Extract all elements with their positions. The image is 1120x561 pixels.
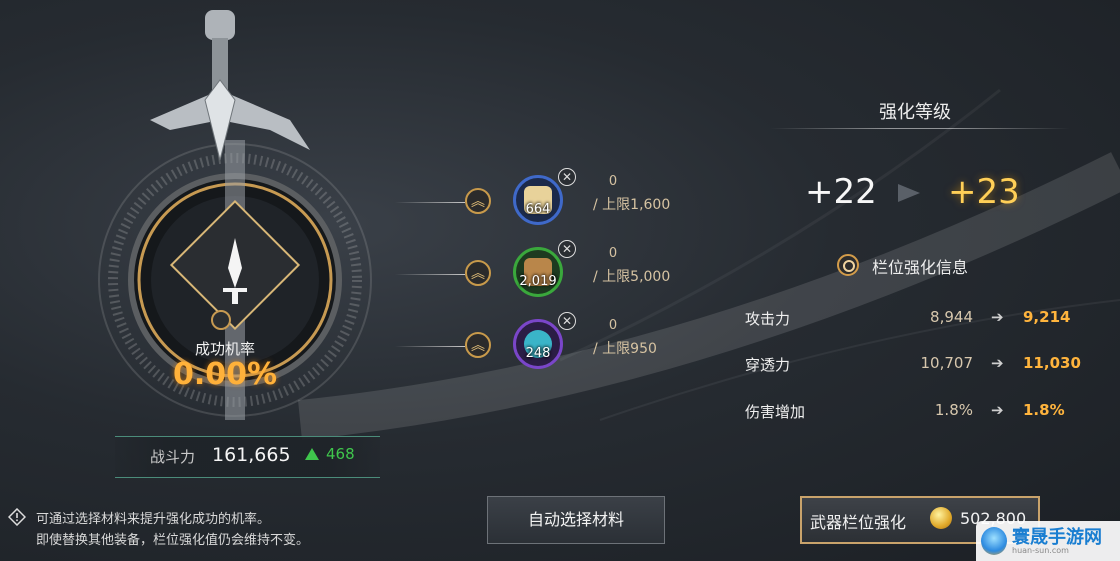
hint-text: 即使替换其他装备，栏位强化值仍会维持不变。 — [36, 533, 310, 548]
stat-row-penetration: 穿透力 10,707 ➔ 11,030 — [745, 354, 1085, 378]
enhance-level-title: 强化等级 — [879, 102, 951, 123]
divider — [770, 128, 1070, 129]
triangle-up-icon — [305, 448, 319, 460]
stat-next: 1.8% — [1023, 401, 1065, 419]
material-slot-2: ︽ 2,019 ✕ 0 / 上限5,000 — [395, 240, 715, 304]
stat-row-attack: 攻击力 8,944 ➔ 9,214 — [745, 308, 1085, 332]
arrow-right-icon — [898, 184, 920, 202]
stat-current: 10,707 — [920, 354, 974, 372]
stat-name: 攻击力 — [745, 310, 791, 328]
success-rate-value: 0.00% — [172, 357, 278, 392]
material-slot-1: ︽ 664 ✕ 0 / 上限1,600 — [395, 168, 715, 232]
combat-power-value: 161,665 — [212, 444, 291, 466]
connector-line — [395, 202, 465, 203]
warning-icon — [8, 508, 26, 526]
stat-next: 9,214 — [1023, 308, 1071, 326]
hint-text: 可通过选择材料来提升强化成功的机率。 — [36, 512, 271, 527]
connector-line — [395, 274, 465, 275]
material-max: / 上限950 — [593, 341, 657, 357]
material-selected: 0 — [608, 246, 618, 261]
connector-line — [395, 346, 465, 347]
material-icon[interactable] — [513, 175, 563, 225]
stat-current: 1.8% — [934, 401, 973, 419]
material-icon[interactable] — [513, 247, 563, 297]
coin-icon — [930, 507, 952, 529]
material-max: / 上限1,600 — [593, 197, 671, 213]
remove-material-icon[interactable]: ✕ — [558, 312, 576, 330]
remove-material-icon[interactable]: ✕ — [558, 240, 576, 258]
slot-info-link[interactable]: 栏位强化信息 — [872, 254, 968, 278]
arrow-right-icon: ➔ — [991, 401, 1004, 419]
stat-name: 穿透力 — [745, 356, 791, 374]
enhance-button-label: 武器栏位强化 — [810, 513, 907, 532]
combat-power-delta: 468 — [326, 445, 355, 463]
material-slot-3: ︽ 248 ✕ 0 / 上限950 — [395, 312, 715, 376]
current-level: +22 — [805, 172, 877, 212]
collapse-icon[interactable]: ︽ — [465, 260, 491, 286]
sword-hilt-decoration — [150, 10, 310, 161]
stat-next: 11,030 — [1023, 354, 1081, 372]
next-level: +23 — [948, 172, 1020, 212]
combat-power-label: 战斗力 — [150, 448, 196, 466]
collapse-icon[interactable]: ︽ — [465, 332, 491, 358]
remove-material-icon[interactable]: ✕ — [558, 168, 576, 186]
arrow-right-icon: ➔ — [991, 308, 1004, 326]
success-rate-label: 成功机率 — [194, 340, 255, 358]
material-selected: 0 — [608, 174, 618, 189]
material-count: 664 — [525, 202, 551, 217]
collapse-icon[interactable]: ︽ — [465, 188, 491, 214]
stat-name: 伤害增加 — [745, 403, 806, 421]
stat-row-damage-bonus: 伤害增加 1.8% ➔ 1.8% — [745, 401, 1085, 425]
material-max: / 上限5,000 — [593, 269, 671, 285]
watermark-url: huan-sun.com — [1012, 546, 1069, 555]
material-count: 248 — [525, 346, 551, 361]
material-count: 2,019 — [519, 274, 557, 289]
material-selected: 0 — [608, 318, 618, 333]
arrow-right-icon: ➔ — [991, 354, 1004, 372]
magnifier-icon[interactable] — [837, 254, 859, 276]
stat-current: 8,944 — [930, 308, 973, 326]
auto-select-materials-button[interactable]: 自动选择材料 — [487, 496, 665, 544]
material-icon[interactable] — [513, 319, 563, 369]
watermark-logo-icon — [981, 527, 1007, 555]
